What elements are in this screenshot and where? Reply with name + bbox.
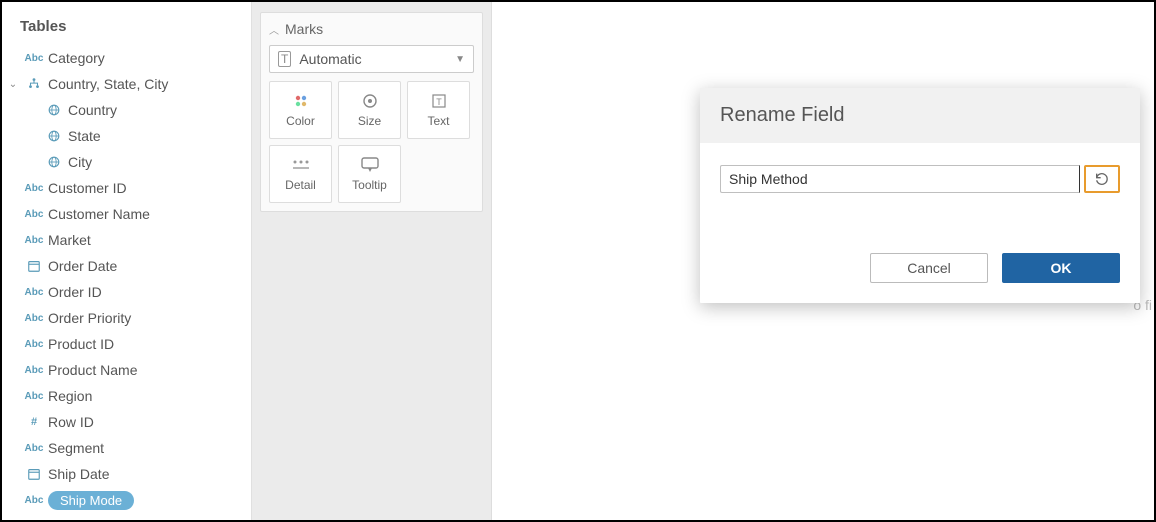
field-row[interactable]: AbcMarket (2, 227, 251, 253)
field-label: Ship Date (48, 466, 233, 482)
automatic-icon: T (278, 51, 291, 67)
field-row[interactable]: City (2, 149, 251, 175)
abc-type-icon: Abc (20, 209, 48, 220)
detail-icon (292, 156, 310, 174)
field-row[interactable]: AbcProduct Name (2, 357, 251, 383)
tooltip-shelf[interactable]: Tooltip (338, 145, 401, 203)
data-pane: Tables AbcCategory⌄Country, State, CityC… (2, 2, 252, 520)
chevron-down-icon[interactable]: ⌄ (6, 79, 20, 90)
abc-type-icon: Abc (20, 495, 48, 506)
field-row[interactable]: ⌄ Country, State, City (2, 71, 251, 97)
field-label: Customer ID (48, 180, 233, 196)
text-shelf[interactable]: T Text (407, 81, 470, 139)
chevron-down-icon: ▼ (455, 54, 465, 65)
field-row[interactable]: AbcRegion (2, 383, 251, 409)
abc-type-icon: Abc (20, 53, 48, 64)
field-label: Order ID (48, 284, 233, 300)
field-label: Row ID (48, 414, 233, 430)
field-row[interactable]: #Row ID (2, 409, 251, 435)
abc-type-icon: Abc (20, 313, 48, 324)
undo-icon (1094, 171, 1110, 187)
globe-type-icon (40, 129, 68, 143)
abc-type-icon: Abc (20, 183, 48, 194)
marks-panel-area: ︿ Marks T Automatic ▼ Color (252, 2, 492, 520)
svg-text:T: T (436, 97, 442, 107)
abc-type-icon: Abc (20, 365, 48, 376)
field-label: Order Priority (48, 310, 233, 326)
field-label: Segment (48, 440, 233, 456)
globe-type-icon (40, 103, 68, 117)
mark-type-dropdown[interactable]: T Automatic ▼ (269, 45, 474, 73)
field-label: Customer Name (48, 206, 233, 222)
field-label: Category (48, 50, 233, 66)
text-icon: T (431, 92, 447, 110)
number-type-icon: # (20, 416, 48, 428)
abc-type-icon: Abc (20, 287, 48, 298)
tables-heading: Tables (2, 12, 251, 45)
field-label: Country (68, 102, 233, 118)
rename-input[interactable] (720, 165, 1080, 193)
field-row[interactable]: Ship Date (2, 461, 251, 487)
chevron-up-icon: ︿ (269, 22, 279, 37)
field-label: Order Date (48, 258, 233, 274)
field-row[interactable]: AbcCustomer ID (2, 175, 251, 201)
field-row[interactable]: AbcProduct ID (2, 331, 251, 357)
field-pill-selected[interactable]: Ship Mode (48, 491, 134, 510)
marks-title: Marks (285, 21, 323, 37)
field-label: Country, State, City (48, 76, 233, 92)
reset-name-button[interactable] (1084, 165, 1120, 193)
date-type-icon (20, 467, 48, 481)
field-row[interactable]: Order Date (2, 253, 251, 279)
field-row[interactable]: AbcShip Mode (2, 487, 251, 513)
field-row[interactable]: AbcOrder Priority (2, 305, 251, 331)
field-row[interactable]: State (2, 123, 251, 149)
field-row[interactable]: AbcCategory (2, 45, 251, 71)
cancel-button[interactable]: Cancel (870, 253, 988, 283)
field-row[interactable]: AbcOrder ID (2, 279, 251, 305)
abc-type-icon: Abc (20, 339, 48, 350)
mark-type-label: Automatic (299, 51, 361, 67)
size-icon (361, 92, 379, 110)
field-label: City (68, 154, 233, 170)
marks-header[interactable]: ︿ Marks (269, 21, 474, 37)
hierarchy-type-icon (20, 77, 48, 91)
field-label: State (68, 128, 233, 144)
tooltip-icon (361, 156, 379, 174)
color-icon (293, 92, 309, 110)
field-label: Product Name (48, 362, 233, 378)
abc-type-icon: Abc (20, 443, 48, 454)
rename-field-dialog: Rename Field Cancel OK (700, 88, 1140, 303)
field-row[interactable]: AbcCustomer Name (2, 201, 251, 227)
globe-type-icon (40, 155, 68, 169)
field-label: Product ID (48, 336, 233, 352)
marks-card: ︿ Marks T Automatic ▼ Color (260, 12, 483, 212)
date-type-icon (20, 259, 48, 273)
abc-type-icon: Abc (20, 391, 48, 402)
ok-button[interactable]: OK (1002, 253, 1120, 283)
field-label: Region (48, 388, 233, 404)
field-label: Market (48, 232, 233, 248)
size-shelf[interactable]: Size (338, 81, 401, 139)
field-row[interactable]: Country (2, 97, 251, 123)
dialog-title: Rename Field (700, 88, 1140, 143)
abc-type-icon: Abc (20, 235, 48, 246)
field-row[interactable]: AbcSegment (2, 435, 251, 461)
color-shelf[interactable]: Color (269, 81, 332, 139)
detail-shelf[interactable]: Detail (269, 145, 332, 203)
